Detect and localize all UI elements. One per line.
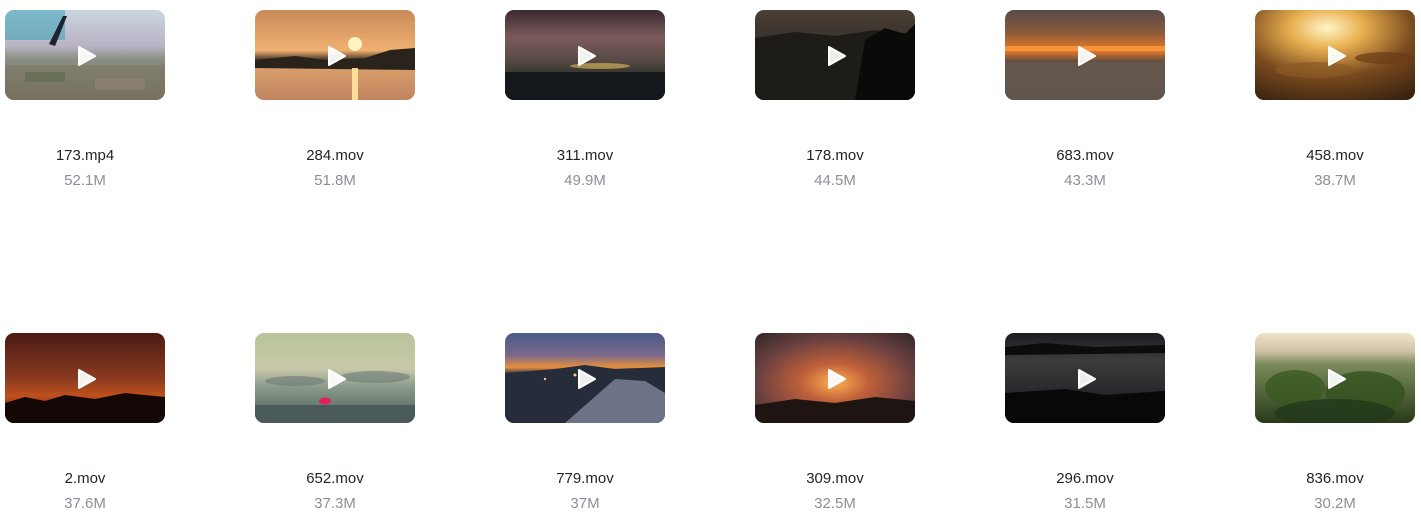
video-filename: 836.mov (1306, 470, 1364, 487)
video-card[interactable]: 652.mov 37.3M (255, 333, 415, 512)
video-filesize: 52.1M (64, 172, 106, 189)
play-icon (1078, 46, 1096, 66)
video-filesize: 51.8M (314, 172, 356, 189)
play-icon (328, 369, 346, 389)
video-filename: 284.mov (306, 147, 364, 164)
play-icon (78, 369, 96, 389)
video-thumbnail[interactable] (755, 333, 915, 423)
video-filesize: 38.7M (1314, 172, 1356, 189)
video-filename: 683.mov (1056, 147, 1114, 164)
video-filename: 458.mov (1306, 147, 1364, 164)
video-filesize: 43.3M (1064, 172, 1106, 189)
video-filesize: 32.5M (814, 495, 856, 512)
video-filesize: 37.3M (314, 495, 356, 512)
play-icon (1328, 46, 1346, 66)
play-icon (578, 46, 596, 66)
play-icon (828, 369, 846, 389)
video-card[interactable]: 311.mov 49.9M (505, 10, 665, 189)
video-grid: 173.mp4 52.1M 284.mov 51.8M 311.mov 49.9… (0, 0, 1421, 514)
video-card[interactable]: 296.mov 31.5M (1005, 333, 1165, 512)
video-filesize: 49.9M (564, 172, 606, 189)
video-thumbnail[interactable] (1255, 333, 1415, 423)
video-thumbnail[interactable] (255, 333, 415, 423)
video-thumbnail[interactable] (1005, 333, 1165, 423)
video-filename: 178.mov (806, 147, 864, 164)
video-filename: 309.mov (806, 470, 864, 487)
play-icon (1078, 369, 1096, 389)
video-thumbnail[interactable] (505, 333, 665, 423)
play-icon (1328, 369, 1346, 389)
video-thumbnail[interactable] (5, 333, 165, 423)
video-filesize: 30.2M (1314, 495, 1356, 512)
video-card[interactable]: 284.mov 51.8M (255, 10, 415, 189)
play-icon (78, 46, 96, 66)
video-filename: 296.mov (1056, 470, 1114, 487)
play-icon (828, 46, 846, 66)
video-thumbnail[interactable] (505, 10, 665, 100)
play-icon (328, 46, 346, 66)
video-card[interactable]: 683.mov 43.3M (1005, 10, 1165, 189)
video-filename: 2.mov (64, 470, 106, 487)
video-filename: 779.mov (556, 470, 614, 487)
video-card[interactable]: 309.mov 32.5M (755, 333, 915, 512)
video-card[interactable]: 178.mov 44.5M (755, 10, 915, 189)
video-thumbnail[interactable] (1255, 10, 1415, 100)
play-icon (578, 369, 596, 389)
video-filesize: 37M (570, 495, 600, 512)
video-filename: 173.mp4 (55, 147, 115, 164)
video-filesize: 44.5M (814, 172, 856, 189)
video-thumbnail[interactable] (755, 10, 915, 100)
video-card[interactable]: 779.mov 37M (505, 333, 665, 512)
video-card[interactable]: 2.mov 37.6M (5, 333, 165, 512)
video-thumbnail[interactable] (1005, 10, 1165, 100)
video-filesize: 37.6M (64, 495, 106, 512)
video-card[interactable]: 836.mov 30.2M (1255, 333, 1415, 512)
video-filesize: 31.5M (1064, 495, 1106, 512)
video-thumbnail[interactable] (255, 10, 415, 100)
video-card[interactable]: 173.mp4 52.1M (5, 10, 165, 189)
video-thumbnail[interactable] (5, 10, 165, 100)
video-filename: 311.mov (556, 147, 614, 164)
video-filename: 652.mov (306, 470, 364, 487)
video-card[interactable]: 458.mov 38.7M (1255, 10, 1415, 189)
